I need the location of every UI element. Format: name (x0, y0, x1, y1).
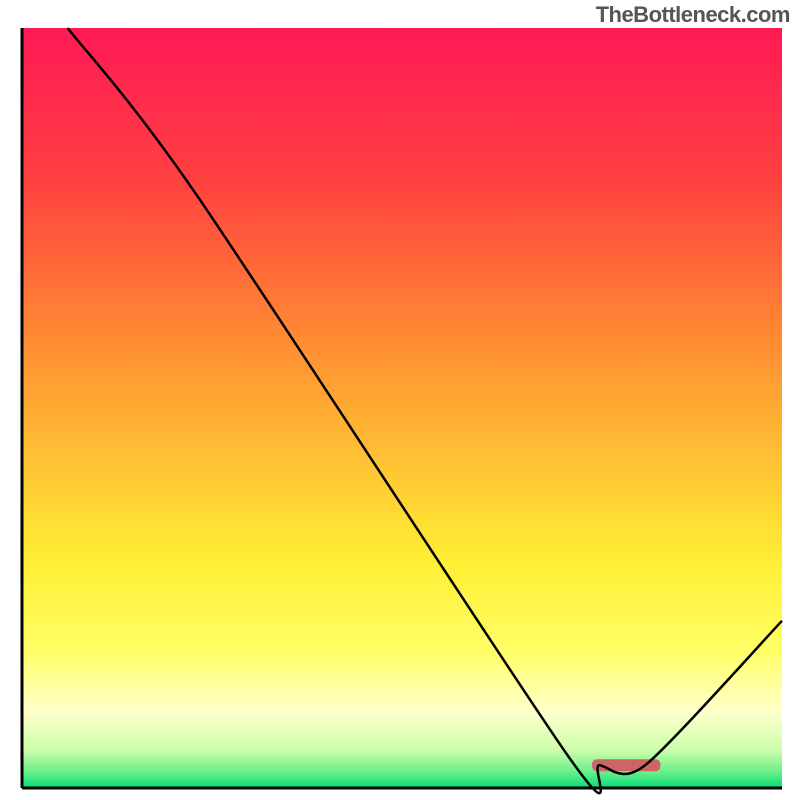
watermark-text: TheBottleneck.com (596, 2, 790, 28)
gradient-background (22, 28, 782, 788)
bottleneck-chart (0, 0, 800, 800)
chart-container: TheBottleneck.com (0, 0, 800, 800)
